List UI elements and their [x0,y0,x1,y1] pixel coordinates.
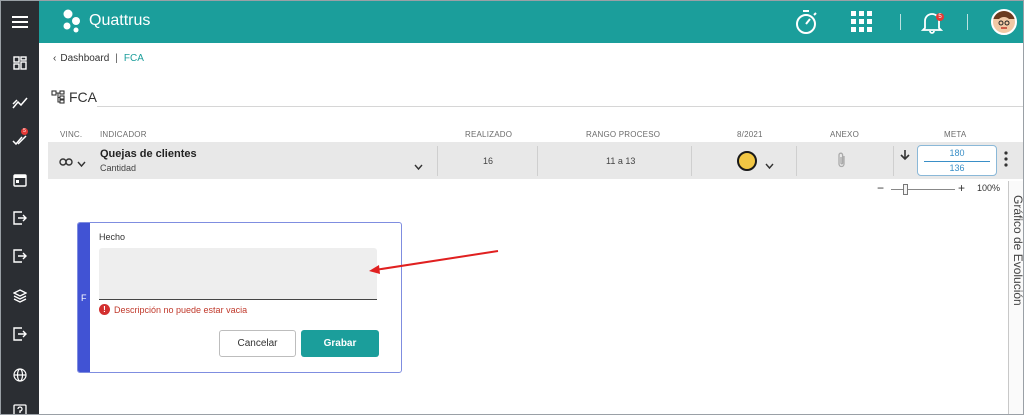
sign-in-icon[interactable] [1,320,39,348]
hecho-label: Hecho [99,232,126,242]
breadcrumb-current: FCA [123,53,144,64]
meta-box[interactable]: 180 136 [917,145,997,176]
apps-grid-icon[interactable] [851,11,873,38]
exit-icon[interactable] [1,204,39,232]
header-anexo: ANEXO [830,130,860,139]
indicator-name[interactable]: Quejas de clientes [100,148,197,160]
menu-icon[interactable] [1,8,39,36]
validation-error: ! Descripción no puede estar vacia [99,304,247,315]
fact-form-card: F Hecho ! Descripción no puede estar vac… [77,222,402,373]
paperclip-icon[interactable] [837,151,847,174]
zoom-out-button[interactable]: − [877,181,884,195]
form-strip-letter: F [81,293,87,303]
column-divider [537,146,538,176]
help-icon[interactable] [1,397,39,414]
topbar-divider [967,14,968,30]
evolution-chart-tab-label[interactable]: Gráfico de Evolución [1011,195,1023,306]
user-avatar[interactable] [991,9,1017,35]
app-window: 5 Quattrus 5 ‹ Dashboard | FCA FCA VINC.… [0,0,1024,415]
zoom-slider-track[interactable] [891,189,955,190]
top-bar: Quattrus 5 [39,1,1023,43]
globe-icon[interactable] [1,361,39,389]
status-chevron-down-icon[interactable] [765,157,774,175]
hierarchy-icon [51,90,65,104]
arrow-down-icon[interactable] [900,148,910,166]
vinc-chevron-down-icon[interactable] [77,155,86,173]
header-indicador: INDICADOR [100,130,147,139]
notification-badge: 5 [936,13,944,21]
page-title: FCA [51,89,97,105]
layers-icon[interactable] [1,282,39,310]
header-vinc: VINC. [60,130,83,139]
indicator-unit: Cantidad [100,163,137,173]
validation-error-text: Descripción no puede estar vacia [114,304,248,315]
header-period: 8/2021 [737,130,763,139]
breadcrumb-separator: | [115,53,118,64]
meta-divider [924,161,990,162]
error-icon: ! [99,304,110,315]
more-vert-icon[interactable] [1004,151,1008,172]
zoom-slider-thumb[interactable] [903,184,908,195]
header-rango: RANGO PROCESO [586,130,661,139]
status-indicator-dot[interactable] [737,151,757,171]
column-divider [796,146,797,176]
tasks-check-icon[interactable]: 5 [1,126,39,154]
link-icon[interactable] [59,154,73,172]
column-divider [691,146,692,176]
zoom-in-button[interactable]: + [958,181,965,195]
brand-name: Quattrus [89,12,151,29]
header-meta: META [944,130,967,139]
trend-chart-icon[interactable] [1,89,39,117]
brand-logo[interactable]: Quattrus [61,9,150,33]
tasks-badge: 5 [21,128,28,135]
quattrus-logo-icon [63,9,80,33]
title-divider [97,106,1023,107]
page-title-text: FCA [69,89,97,105]
avatar-face-icon [993,11,1015,31]
sidebar: 5 [1,1,39,414]
logout-icon[interactable] [1,242,39,270]
calendar-icon[interactable] [1,166,39,194]
indicator-chevron-down-icon[interactable] [414,158,423,176]
rango-value: 11 a 13 [606,156,636,166]
timer-icon[interactable] [794,9,818,40]
meta-top-value: 180 [949,148,965,158]
dashboard-icon[interactable] [1,49,39,77]
back-chevron-icon[interactable]: ‹ [53,53,56,64]
meta-bottom-value: 136 [949,163,965,173]
save-button[interactable]: Grabar [301,330,379,357]
breadcrumb: ‹ Dashboard | FCA [53,53,144,64]
column-divider [437,146,438,176]
hecho-textarea[interactable] [99,248,377,300]
column-divider [893,146,894,176]
topbar-divider [900,14,901,30]
annotation-arrow-icon [369,250,499,274]
header-realizado: REALIZADO [465,130,513,139]
breadcrumb-dashboard-link[interactable]: Dashboard [60,53,109,64]
zoom-level: 100% [977,183,1001,193]
realizado-value: 16 [483,156,494,166]
cancel-button[interactable]: Cancelar [219,330,296,357]
